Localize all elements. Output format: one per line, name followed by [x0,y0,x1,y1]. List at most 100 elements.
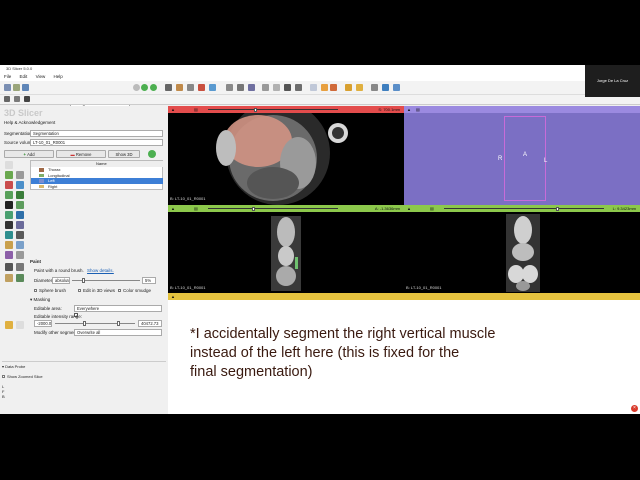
remove-segment-button[interactable]: ▬ Remove [56,150,106,158]
help-section[interactable]: Help & Acknowledgement [4,120,55,125]
markups-icon[interactable] [209,84,216,91]
masking-section[interactable]: ▾ Masking [30,297,50,303]
view-options-icon[interactable]: ▤ [416,106,420,113]
grow-from-seeds-icon[interactable] [5,191,13,199]
green-slice-view-right[interactable]: ▲ ▤ L: 9.3423mm B: LT-10_01_R0001 [404,205,640,293]
paint-details-link[interactable]: Show details. [87,268,114,273]
green-slice-slider-handle[interactable] [252,206,255,211]
segment-color-swatch[interactable] [39,173,44,177]
green-right-slice-slider[interactable] [444,208,604,209]
view-options-icon[interactable]: ▤ [194,205,198,212]
checkbox-box[interactable] [34,289,37,292]
wrap-solidify-icon[interactable] [16,241,24,249]
pin-icon[interactable]: ▲ [171,293,175,300]
green-view-controller[interactable]: ▲ ▤ L: 9.3423mm [404,205,640,212]
green-right-slice-slider-handle[interactable] [556,206,559,211]
segment-color-swatch[interactable] [39,168,44,172]
checkbox-box[interactable] [78,289,81,292]
add-segment-button[interactable]: + Add [4,150,54,158]
green-slice-view-left[interactable]: ▲ ▤ A: -1.3636mm B: LT-10_01_R0001 [168,205,404,293]
3d-view-controller[interactable]: ▲ ▤ [404,106,640,113]
extension-manager-icon[interactable] [393,84,400,91]
yellow-view-controller[interactable]: ▲ [168,293,640,300]
fill-between-slices-icon[interactable] [16,191,24,199]
layout-icon[interactable] [226,84,233,91]
mask-volume-icon[interactable] [16,231,24,239]
menu-view[interactable]: View [36,74,46,79]
edit-3d-checkbox[interactable]: Edit in 3D views [78,288,115,293]
pin-icon[interactable]: ▲ [171,205,175,212]
intensity-range-slider[interactable] [55,323,135,324]
window-level-icon[interactable] [284,84,291,91]
diameter-mode-select[interactable]: absolute [52,277,70,284]
local-threshold-icon[interactable] [5,241,13,249]
slicer-icon[interactable] [345,84,352,91]
intensity-min-value[interactable]: -2000.00 [34,320,52,327]
menu-help[interactable]: Help [54,74,63,79]
zoomed-slice-checkbox[interactable]: Show Zoomed Slice [2,374,166,379]
redo-icon[interactable] [16,321,24,329]
python-console-icon[interactable] [382,84,389,91]
menu-file[interactable]: File [4,74,11,79]
islands-icon[interactable] [16,221,24,229]
dropdown-icon[interactable] [356,84,363,91]
diameter-value[interactable]: 5% [142,277,156,284]
crosshair-icon[interactable] [165,84,172,91]
ruler-icon[interactable] [273,84,280,91]
save-icon[interactable] [22,84,29,91]
forward-icon[interactable] [150,84,157,91]
color-smudge-checkbox[interactable]: Color smudge [118,288,151,293]
volume-icon[interactable] [187,84,194,91]
close-icon[interactable]: × [631,405,638,412]
fiducial-icon[interactable] [321,84,328,91]
segmentation-select[interactable]: Segmentation [30,130,163,137]
intensity-range-max-handle[interactable] [117,321,120,326]
none-effect-icon[interactable] [5,161,13,169]
watershed-icon[interactable] [5,274,13,282]
extensions-icon[interactable] [237,84,244,91]
data-probe-header[interactable]: ▾ Data Probe [2,361,166,369]
green-slice-slider[interactable] [208,208,338,209]
show-3d-button[interactable]: Show 3D [108,150,140,158]
undo-icon[interactable] [5,321,13,329]
paint-effect-icon[interactable] [5,171,13,179]
draw-tube-icon[interactable] [5,263,13,271]
smoothing-icon[interactable] [16,211,24,219]
models-icon[interactable] [198,84,205,91]
flood-fill-icon[interactable] [16,274,24,282]
screenshot-icon[interactable] [295,84,302,91]
intensity-max-value[interactable]: 40472.73 [138,320,162,327]
pin-icon[interactable]: ▲ [171,106,175,113]
red-slice-slider[interactable] [208,109,338,110]
segment-color-swatch[interactable] [39,179,44,183]
threshold-icon[interactable] [5,201,13,209]
python-icon[interactable] [248,84,255,91]
margin-icon[interactable] [16,201,24,209]
checkbox-box[interactable] [118,289,121,292]
pointer-icon[interactable] [310,84,317,91]
segment-color-swatch[interactable] [39,184,44,188]
erase-effect-icon[interactable] [5,181,13,189]
capture-icon[interactable] [24,96,30,102]
red-slice-slider-handle[interactable] [254,107,257,112]
scissors-icon[interactable] [5,221,13,229]
dicom-icon[interactable] [13,84,20,91]
split-volume-icon[interactable] [16,263,24,271]
level-tracing-icon[interactable] [16,181,24,189]
transform-icon[interactable] [176,84,183,91]
sphere-brush-checkbox[interactable]: Sphere brush [34,288,66,293]
logical-operators-icon[interactable] [5,231,13,239]
view-options-icon[interactable]: ▤ [194,106,198,113]
engrave-icon[interactable] [16,251,24,259]
intensity-range-min-handle[interactable] [83,321,86,326]
editable-area-select[interactable]: Everywhere [74,305,162,312]
search-module-icon[interactable] [133,84,140,91]
green-view-controller[interactable]: ▲ ▤ A: -1.3636mm [168,205,404,212]
checkbox-box[interactable] [2,375,5,378]
back-icon[interactable] [141,84,148,91]
intensity-range-checkbox[interactable]: ✓ [74,313,78,318]
red-slice-view[interactable]: ▲ ▤ S: 700.1mm B: LT-10_01_R0001 [168,106,404,205]
diameter-slider-handle[interactable] [82,278,85,283]
hollow-icon[interactable] [5,211,13,219]
mouse-mode-icon[interactable] [4,96,10,102]
